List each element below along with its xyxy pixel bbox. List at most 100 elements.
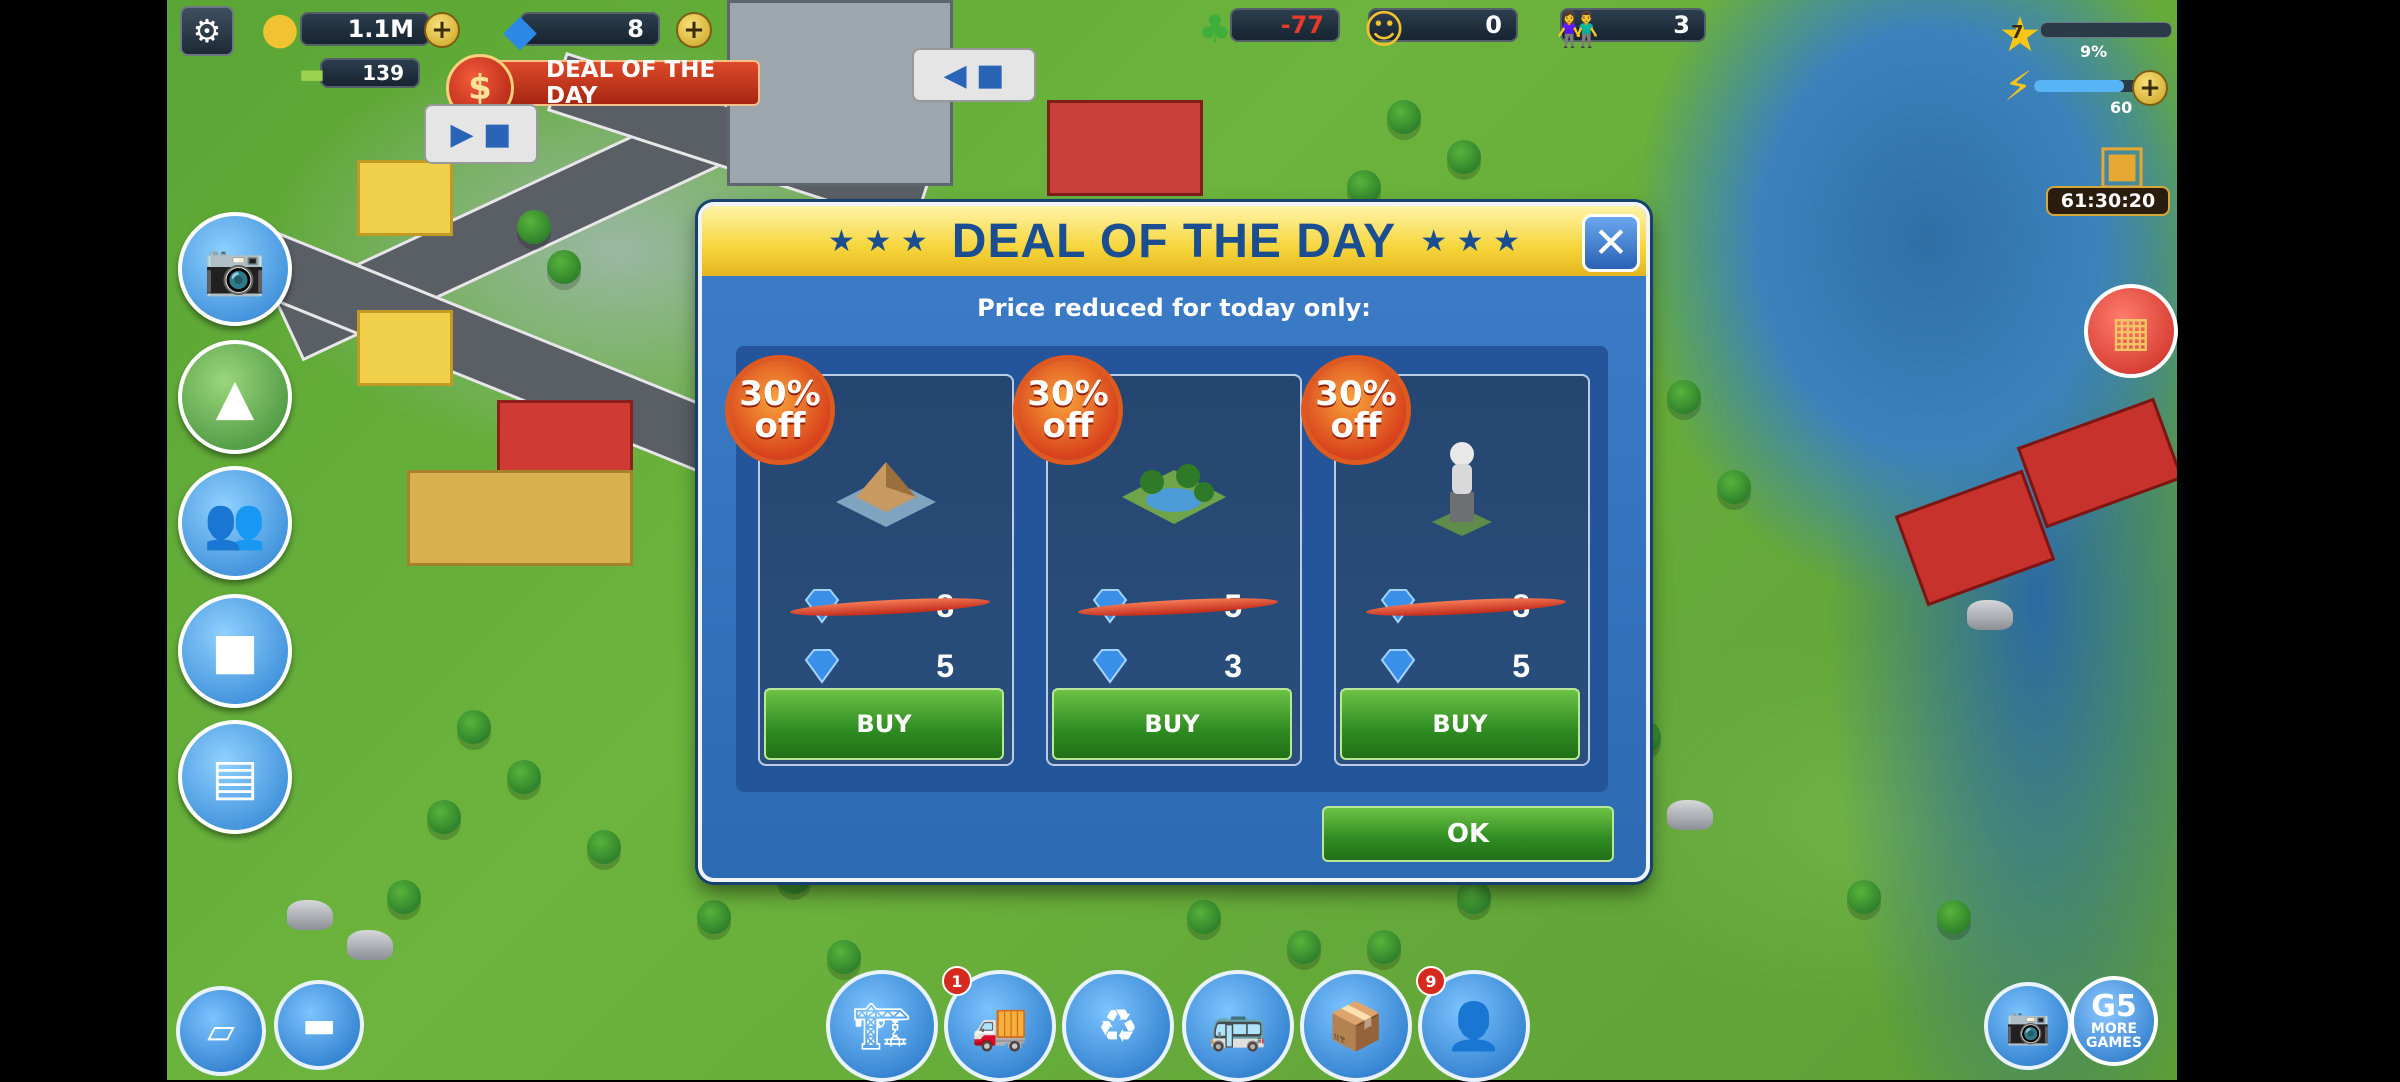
road-tool-button[interactable]: ▱ (176, 986, 266, 1076)
dialog-subtitle: Price reduced for today only: (977, 294, 1371, 322)
tree (1717, 470, 1751, 504)
offer-card: 30% off 8 5 BUY (1306, 360, 1590, 766)
new-price-row: 3 (1088, 644, 1268, 688)
g5-more-games-button[interactable]: G5 MORE GAMES (2070, 976, 2158, 1066)
ok-button[interactable]: OK (1322, 806, 1614, 862)
rock (347, 930, 393, 960)
secondary-currency-counter: 139 (320, 58, 420, 88)
secondary-currency-value: 139 (362, 61, 404, 85)
offers-panel: 30% off 8 5 BUY 30% off (730, 346, 1608, 792)
buy-button[interactable]: BUY (1340, 688, 1580, 760)
gems-value: 8 (627, 15, 644, 43)
discount-suffix: off (754, 406, 806, 446)
farm-field[interactable] (407, 470, 633, 566)
delivery-badge: 1 (942, 966, 972, 996)
tree (1457, 880, 1491, 914)
house[interactable] (357, 160, 453, 236)
gem-icon (1380, 649, 1416, 684)
warehouse[interactable] (1047, 100, 1203, 196)
discount-seal: 30% off (1306, 360, 1406, 460)
industry-button[interactable]: ■ (178, 594, 292, 708)
level-progress-text: 9% (2080, 42, 2108, 61)
recycling-truck-button[interactable]: ♻ (1062, 970, 1174, 1082)
coins-icon: ● (260, 2, 300, 54)
discount-seal: 30% off (1018, 360, 1118, 460)
old-price-row: 8 (789, 584, 991, 628)
new-price: 3 (1224, 647, 1242, 684)
stars-right-icon: ★ ★ ★ (1420, 223, 1520, 259)
offer-card: 30% off 5 3 BUY (1018, 360, 1302, 766)
ecology-counter: -77 (1230, 8, 1340, 42)
g5-logo-icon: G5 (2091, 989, 2137, 1024)
red-bridge[interactable] (2016, 397, 2177, 529)
terrain-bulldozer-button[interactable]: ▲ (178, 340, 292, 454)
tree (1847, 880, 1881, 914)
close-icon: ✕ (1593, 218, 1629, 267)
settings-button[interactable]: ⚙ (180, 6, 234, 56)
deal-of-the-day-dialog: ★ ★ ★ DEAL OF THE DAY ★ ★ ★ ✕ Price redu… (698, 202, 1650, 882)
buy-button[interactable]: BUY (764, 688, 1004, 760)
offer-card: 30% off 8 5 BUY (730, 360, 1014, 766)
rock (1967, 600, 2013, 630)
money-stack-icon: ▬ (298, 56, 326, 90)
dialog-title: DEAL OF THE DAY (951, 214, 1397, 268)
buy-button[interactable]: BUY (1052, 688, 1292, 760)
more-games-label: MORE GAMES (2086, 1021, 2142, 1051)
tree (387, 880, 421, 914)
tree (1367, 930, 1401, 964)
pond-park-icon (1104, 432, 1244, 542)
smiley-icon: ☺ (1363, 7, 1405, 53)
new-price-row: 5 (800, 644, 980, 688)
add-coins-button[interactable]: + (424, 12, 460, 48)
coins-value: 1.1M (347, 15, 414, 43)
tree-icon: ♣ (1197, 7, 1233, 51)
discount-suffix: off (1330, 406, 1382, 446)
construction-crane-button[interactable]: 🏗 (826, 970, 938, 1082)
tree (517, 210, 551, 244)
add-energy-button[interactable]: + (2132, 70, 2168, 106)
stars-left-icon: ★ ★ ★ (828, 223, 928, 259)
tree (1667, 380, 1701, 414)
dialog-header: ★ ★ ★ DEAL OF THE DAY ★ ★ ★ ✕ (702, 206, 1646, 276)
old-price-row: 8 (1365, 584, 1567, 628)
tree (427, 800, 461, 834)
tree (1387, 100, 1421, 134)
deal-banner-label: DEAL OF THE DAY (546, 57, 716, 109)
house[interactable] (357, 310, 453, 386)
coins-counter: 1.1M (300, 12, 430, 46)
tree (587, 830, 621, 864)
gem-icon (804, 649, 840, 684)
delivery-truck-icon[interactable]: ▶ ■ (424, 104, 538, 164)
tree (547, 250, 581, 284)
tree (1347, 170, 1381, 204)
screenshot-camera-button[interactable]: 📷 (1984, 982, 2072, 1070)
storage-box-button[interactable]: 📦 (1300, 970, 1412, 1082)
happiness-value: 0 (1485, 11, 1502, 39)
city-services-button[interactable]: ▤ (178, 720, 292, 834)
level-progress-bar (2040, 22, 2172, 38)
camera-button[interactable]: 📷 (178, 212, 292, 326)
population-icon: 👫 (1556, 10, 1600, 50)
new-price-row: 5 (1376, 644, 1556, 688)
discount-seal: 30% off (730, 360, 830, 460)
rock (287, 900, 333, 930)
friends-button[interactable]: 👥 (178, 466, 292, 580)
close-button[interactable]: ✕ (1582, 214, 1640, 272)
workshop-building-icon (816, 432, 956, 542)
old-price-row: 5 (1077, 584, 1279, 628)
level-value: 7 (2011, 22, 2024, 43)
tree (507, 760, 541, 794)
g5-friends-badge: 9 (1416, 966, 1446, 996)
astronaut-statue-icon (1392, 432, 1532, 542)
add-gems-button[interactable]: + (676, 12, 712, 48)
new-price: 5 (1512, 647, 1530, 684)
bulldozer-button[interactable]: ▬ (274, 980, 364, 1070)
tree (1187, 900, 1221, 934)
bus-button[interactable]: 🚌 (1182, 970, 1294, 1082)
ecology-value: -77 (1280, 11, 1324, 39)
discount-suffix: off (1042, 406, 1094, 446)
crates-shop-button[interactable]: ▦ (2084, 284, 2178, 378)
gem-icon (1092, 649, 1128, 684)
truck-swap-icon[interactable]: ◀ ■ (912, 48, 1036, 102)
new-price: 5 (936, 647, 954, 684)
